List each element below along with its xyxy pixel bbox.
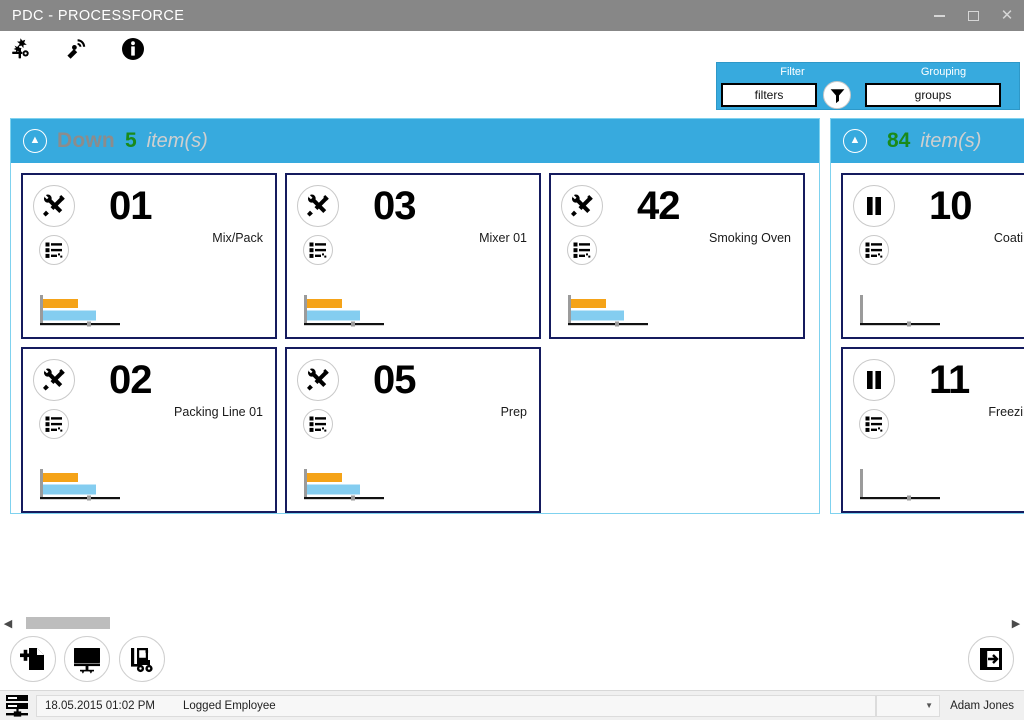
machine-card[interactable]: 01 Mix/Pack (21, 173, 277, 339)
panel-down-items-label: item(s) (147, 130, 208, 153)
scrollbar-track[interactable] (16, 617, 1008, 629)
panel-down: ▲ Down 5 item(s) 01 Mix/Pack 03 Mixer 01 42 S… (10, 118, 820, 514)
machine-card[interactable]: 05 Prep (285, 347, 541, 513)
card-number: 03 (373, 185, 416, 227)
machine-card[interactable]: 42 Smoking Oven (549, 173, 805, 339)
card-mini-chart (857, 467, 949, 501)
panel-right-items-label: item(s) (920, 130, 981, 153)
card-mini-chart (301, 467, 393, 501)
status-dropdown[interactable]: ▼ (876, 695, 940, 717)
chevron-up-icon[interactable]: ▲ (23, 129, 47, 153)
list-detail-icon[interactable] (859, 409, 889, 439)
card-mini-chart (37, 467, 129, 501)
horizontal-scrollbar[interactable]: ◀ ▶ (0, 614, 1024, 632)
card-mini-chart (565, 293, 657, 327)
card-mini-chart (857, 293, 949, 327)
panel-down-header[interactable]: ▲ Down 5 item(s) (11, 119, 819, 163)
card-number: 42 (637, 185, 680, 227)
tools-icon[interactable] (297, 185, 339, 227)
card-label: Mixer 01 (479, 231, 527, 245)
list-detail-icon[interactable] (303, 409, 333, 439)
card-label: Prep (501, 405, 527, 419)
panel-right-count: 84 (887, 129, 910, 153)
scroll-left-arrow[interactable]: ◀ (0, 617, 16, 630)
scroll-right-arrow[interactable]: ▶ (1008, 617, 1024, 630)
filter-grouping-headings: Filter Grouping (717, 63, 1019, 81)
scrollbar-thumb[interactable] (26, 617, 110, 629)
status-user-name: Adam Jones (940, 700, 1024, 712)
new-document-icon[interactable] (10, 636, 56, 682)
panel-right: ▲ 84 item(s) 10 Coating 11 Freezing (830, 118, 1024, 514)
window-title: PDC - PROCESSFORCE (0, 8, 184, 24)
machine-card[interactable]: 02 Packing Line 01 (21, 347, 277, 513)
panel-down-title: Down (57, 129, 115, 153)
machine-card[interactable]: 11 Freezing (841, 347, 1024, 513)
maximize-button[interactable] (956, 0, 990, 31)
card-number: 02 (109, 359, 152, 401)
card-label: Packing Line 01 (174, 405, 263, 419)
title-bar: PDC - PROCESSFORCE ✕ (0, 0, 1024, 31)
card-label: Mix/Pack (212, 231, 263, 245)
card-number: 11 (929, 359, 969, 401)
tools-icon[interactable] (33, 185, 75, 227)
list-detail-icon[interactable] (859, 235, 889, 265)
funnel-icon[interactable] (823, 81, 851, 109)
minimize-button[interactable] (922, 0, 956, 31)
filter-grouping-bar: Filter Grouping filters groups (716, 62, 1020, 110)
status-bar: 18.05.2015 01:02 PM Logged Employee ▼ Ad… (0, 690, 1024, 720)
panel-right-cards: 10 Coating 11 Freezing (831, 163, 1024, 523)
chevron-up-icon[interactable]: ▲ (843, 129, 867, 153)
card-number: 05 (373, 359, 416, 401)
server-icon (0, 694, 36, 718)
filter-grouping-controls: filters groups (717, 81, 1019, 109)
pause-icon[interactable] (853, 185, 895, 227)
panel-right-header[interactable]: ▲ 84 item(s) (831, 119, 1024, 163)
bottom-button-bar (0, 632, 1024, 688)
list-detail-icon[interactable] (39, 409, 69, 439)
window-controls: ✕ (922, 0, 1024, 31)
panel-down-cards: 01 Mix/Pack 03 Mixer 01 42 Smoking Oven 02 Pack… (11, 163, 819, 523)
chevron-down-icon: ▼ (925, 701, 933, 710)
filter-heading: Filter (717, 63, 868, 81)
panel-down-count: 5 (125, 129, 137, 153)
monitor-icon[interactable] (64, 636, 110, 682)
card-number: 01 (109, 185, 152, 227)
card-label: Freezing (988, 405, 1024, 419)
machine-card[interactable]: 10 Coating (841, 173, 1024, 339)
tools-icon[interactable] (297, 359, 339, 401)
grouping-heading: Grouping (868, 63, 1019, 81)
list-detail-icon[interactable] (567, 235, 597, 265)
status-logged-employee-label: Logged Employee (183, 700, 276, 712)
forklift-icon[interactable] (119, 636, 165, 682)
card-number: 10 (929, 185, 972, 227)
status-timestamp: 18.05.2015 01:02 PM (45, 700, 155, 712)
exit-icon[interactable] (968, 636, 1014, 682)
card-mini-chart (301, 293, 393, 327)
grouping-input[interactable]: groups (865, 83, 1001, 107)
filter-input[interactable]: filters (721, 83, 817, 107)
pause-icon[interactable] (853, 359, 895, 401)
machine-card[interactable]: 03 Mixer 01 (285, 173, 541, 339)
tools-icon[interactable] (561, 185, 603, 227)
app-window: PDC - PROCESSFORCE ✕ (0, 0, 1024, 720)
close-button[interactable]: ✕ (990, 0, 1024, 31)
satellite-antenna-icon[interactable] (60, 33, 94, 65)
card-label: Coating (994, 231, 1024, 245)
info-icon[interactable] (116, 33, 150, 65)
list-detail-icon[interactable] (39, 235, 69, 265)
list-detail-icon[interactable] (303, 235, 333, 265)
card-mini-chart (37, 293, 129, 327)
card-label: Smoking Oven (709, 231, 791, 245)
machine-tools-icon[interactable] (4, 33, 38, 65)
tools-icon[interactable] (33, 359, 75, 401)
status-info-field: 18.05.2015 01:02 PM Logged Employee (36, 695, 876, 717)
